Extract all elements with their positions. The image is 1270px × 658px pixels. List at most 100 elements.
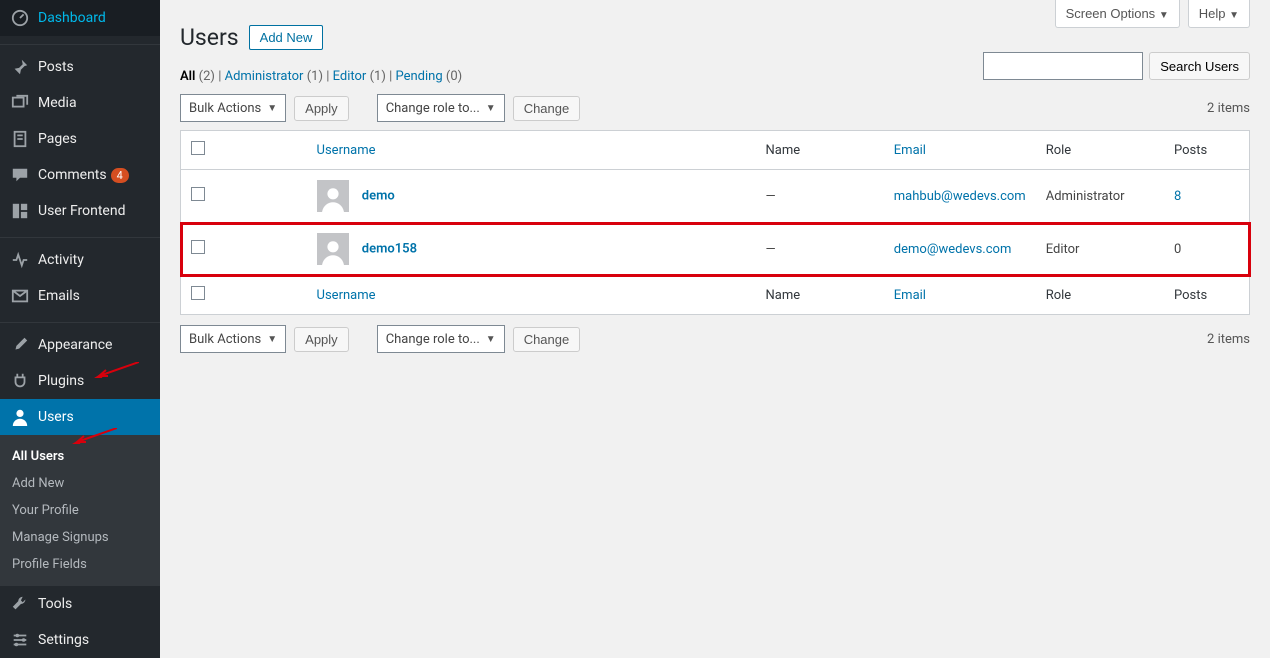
- page-title: Users: [180, 24, 239, 51]
- search-input[interactable]: [983, 52, 1143, 80]
- admin-sidebar: Dashboard Posts Media Pages Comments 4 U…: [0, 0, 160, 658]
- bulk-actions-select[interactable]: Bulk Actions ▼: [180, 325, 286, 353]
- avatar: [317, 233, 349, 265]
- user-link[interactable]: demo: [362, 189, 395, 204]
- cell-posts: 0: [1164, 223, 1250, 276]
- sidebar-item-userfrontend[interactable]: User Frontend: [0, 193, 160, 229]
- sidebar-label: Media: [38, 95, 77, 111]
- page-icon: [10, 129, 30, 149]
- filter-editor[interactable]: Editor: [333, 69, 367, 84]
- sidebar-item-dashboard[interactable]: Dashboard: [0, 0, 160, 36]
- comment-icon: [10, 165, 30, 185]
- sidebar-label: Posts: [38, 59, 74, 75]
- sidebar-label: Emails: [38, 288, 80, 304]
- chevron-down-icon: ▼: [1159, 10, 1169, 21]
- row-checkbox[interactable]: [191, 187, 205, 201]
- apply-button[interactable]: Apply: [294, 327, 349, 352]
- tablenav-bottom: Bulk Actions ▼ Apply Change role to... ▼…: [180, 325, 1250, 353]
- tablenav-top: Bulk Actions ▼ Apply Change role to... ▼…: [180, 94, 1250, 122]
- dashboard-icon: [10, 8, 30, 28]
- sidebar-label: Pages: [38, 131, 77, 147]
- chevron-down-icon: ▼: [267, 334, 277, 345]
- cell-role: Editor: [1036, 223, 1164, 276]
- table-footer-row: Username Name Email Role Posts: [181, 276, 1250, 315]
- activity-icon: [10, 250, 30, 270]
- sidebar-label: Activity: [38, 252, 84, 268]
- sidebar-item-plugins[interactable]: Plugins: [0, 363, 160, 399]
- posts-link[interactable]: 8: [1174, 189, 1181, 204]
- user-link[interactable]: demo158: [362, 242, 417, 257]
- sidebar-separator: [0, 318, 160, 323]
- col-email[interactable]: Email: [894, 143, 926, 158]
- sidebar-label: Users: [38, 409, 74, 425]
- chevron-down-icon: ▼: [486, 103, 496, 114]
- submenu-manage-signups[interactable]: Manage Signups: [0, 524, 160, 551]
- sidebar-item-comments[interactable]: Comments 4: [0, 157, 160, 193]
- col-name: Name: [756, 276, 884, 315]
- row-checkbox[interactable]: [191, 240, 205, 254]
- sidebar-item-pages[interactable]: Pages: [0, 121, 160, 157]
- screen-meta-links: Screen Options ▼ Help ▼: [1055, 0, 1250, 28]
- sidebar-item-users[interactable]: Users: [0, 399, 160, 435]
- frontend-icon: [10, 201, 30, 221]
- col-username[interactable]: Username: [317, 143, 376, 158]
- users-table: Username Name Email Role Posts demo — ma…: [180, 130, 1250, 315]
- apply-button[interactable]: Apply: [294, 96, 349, 121]
- col-posts: Posts: [1164, 131, 1250, 170]
- submenu-all-users[interactable]: All Users: [0, 443, 160, 470]
- email-link[interactable]: demo@wedevs.com: [894, 242, 1012, 257]
- submenu-your-profile[interactable]: Your Profile: [0, 497, 160, 524]
- help-button[interactable]: Help ▼: [1188, 0, 1250, 28]
- filter-pending[interactable]: Pending: [395, 69, 442, 84]
- change-button[interactable]: Change: [513, 96, 581, 121]
- media-icon: [10, 93, 30, 113]
- col-name: Name: [756, 131, 884, 170]
- sliders-icon: [10, 630, 30, 650]
- comments-badge: 4: [111, 168, 129, 183]
- sidebar-label: Dashboard: [38, 10, 106, 26]
- submenu-profile-fields[interactable]: Profile Fields: [0, 551, 160, 578]
- search-button[interactable]: Search Users: [1149, 52, 1250, 80]
- sidebar-item-activity[interactable]: Activity: [0, 242, 160, 278]
- col-email[interactable]: Email: [894, 288, 926, 303]
- items-count: 2 items: [1207, 101, 1250, 116]
- cell-name: —: [756, 223, 884, 276]
- change-button[interactable]: Change: [513, 327, 581, 352]
- email-link[interactable]: mahbub@wedevs.com: [894, 189, 1026, 204]
- content-area: Screen Options ▼ Help ▼ Users Add New Se…: [160, 0, 1270, 658]
- submenu-add-new[interactable]: Add New: [0, 470, 160, 497]
- col-username[interactable]: Username: [317, 288, 376, 303]
- sidebar-item-appearance[interactable]: Appearance: [0, 327, 160, 363]
- table-row: demo158 — demo@wedevs.com Editor 0: [181, 223, 1250, 276]
- filter-administrator[interactable]: Administrator: [225, 69, 304, 84]
- sidebar-label: Plugins: [38, 373, 84, 389]
- select-all-checkbox[interactable]: [191, 286, 205, 300]
- sidebar-item-media[interactable]: Media: [0, 85, 160, 121]
- bulk-actions-select[interactable]: Bulk Actions ▼: [180, 94, 286, 122]
- screen-options-button[interactable]: Screen Options ▼: [1055, 0, 1180, 28]
- sidebar-separator: [0, 233, 160, 238]
- add-new-button[interactable]: Add New: [249, 25, 324, 50]
- select-all-checkbox[interactable]: [191, 141, 205, 155]
- sidebar-item-settings[interactable]: Settings: [0, 622, 160, 658]
- table-header-row: Username Name Email Role Posts: [181, 131, 1250, 170]
- user-icon: [10, 407, 30, 427]
- sidebar-label: User Frontend: [38, 203, 125, 219]
- change-role-select[interactable]: Change role to... ▼: [377, 325, 505, 353]
- wrench-icon: [10, 594, 30, 614]
- col-role: Role: [1036, 131, 1164, 170]
- filter-all[interactable]: All: [180, 69, 195, 84]
- chevron-down-icon: ▼: [486, 334, 496, 345]
- change-role-select[interactable]: Change role to... ▼: [377, 94, 505, 122]
- cell-role: Administrator: [1036, 170, 1164, 223]
- sidebar-label: Appearance: [38, 337, 112, 353]
- user-search: Search Users: [983, 52, 1250, 80]
- sidebar-label: Settings: [38, 632, 89, 648]
- sidebar-item-posts[interactable]: Posts: [0, 49, 160, 85]
- cell-name: —: [756, 170, 884, 223]
- sidebar-item-emails[interactable]: Emails: [0, 278, 160, 314]
- avatar: [317, 180, 349, 212]
- sidebar-item-tools[interactable]: Tools: [0, 586, 160, 622]
- col-posts: Posts: [1164, 276, 1250, 315]
- brush-icon: [10, 335, 30, 355]
